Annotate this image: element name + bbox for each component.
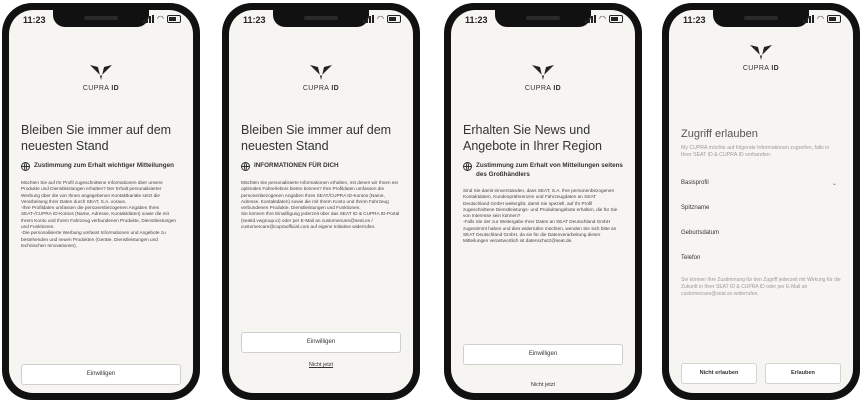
globe-icon (21, 162, 30, 171)
status-icons: ◠ (143, 15, 181, 23)
status-icons: ◠ (363, 15, 401, 23)
field-basisprofil[interactable]: Basisprofil ⌄ (681, 171, 841, 196)
content: Erhalten Sie News und Angebote in Ihrer … (463, 122, 623, 245)
globe-icon (463, 162, 472, 171)
cupra-logo: CUPRA ID (229, 64, 413, 92)
screen: 11:23 ◠ CUPRA ID Bleiben Sie immer auf d… (9, 10, 193, 393)
field-spitzname: Spitzname (681, 205, 710, 211)
status-icons: ◠ (803, 15, 841, 23)
brand-label: CUPRA ID (82, 85, 120, 92)
consent-subtitle: Zustimmung zum Erhalt von Mitteilungen s… (463, 162, 623, 179)
cupra-emblem-icon (310, 65, 332, 80)
phone-screen-1: 11:23 ◠ CUPRA ID Bleiben Sie immer auf d… (2, 3, 200, 400)
wifi-icon: ◠ (817, 14, 824, 23)
page-title: Bleiben Sie immer auf dem neuesten Stand (241, 123, 392, 153)
screen: 11:23 ◠ CUPRA ID Zugriff erlauben My CUP… (669, 10, 853, 393)
deny-button[interactable]: Nicht erlauben (681, 363, 757, 384)
battery-icon (827, 15, 841, 23)
cupra-emblem-icon (90, 65, 112, 80)
signal-icon (803, 15, 815, 23)
not-now-link[interactable]: Nicht jetzt (451, 382, 635, 388)
screen: 11:23 ◠ CUPRA ID Erhalten Sie News und A… (451, 10, 635, 393)
status-time: 11:23 (23, 15, 46, 25)
page-title: Bleiben Sie immer auf dem neuesten Stand (21, 123, 172, 153)
notch (495, 10, 591, 27)
consent-subtitle: Zustimmung zum Erhalt wichtiger Mitteilu… (21, 162, 181, 171)
phone-screen-3: 11:23 ◠ CUPRA ID Erhalten Sie News und A… (444, 3, 642, 400)
page-title: Zugriff erlauben (681, 128, 758, 140)
cupra-emblem-icon (750, 45, 772, 60)
consent-button[interactable]: Einwilligen (241, 332, 401, 353)
consent-text: Möchten Sie personalisierte Informatione… (241, 180, 401, 230)
phone-screen-4: 11:23 ◠ CUPRA ID Zugriff erlauben My CUP… (662, 3, 860, 400)
consent-button[interactable]: Einwilligen (21, 364, 181, 385)
status-time: 11:23 (243, 15, 266, 25)
consent-button[interactable]: Einwilligen (463, 344, 623, 365)
paragraph: -Ihre Profildaten umfassen die personenb… (21, 205, 177, 230)
paragraph: Sie können Ihre Einwilligung jederzeit ü… (241, 211, 400, 230)
field-geburtsdatum: Geburtsdatum (681, 230, 720, 236)
brand-label: CUPRA ID (302, 85, 340, 92)
paragraph: Möchten Sie auf Ihr Profil zugeschnitten… (21, 180, 163, 204)
paragraph: Sind Sie damit einverstanden, dass SEAT,… (463, 188, 618, 219)
page-title: Erhalten Sie News und Angebote in Ihrer … (463, 123, 602, 153)
content: Zugriff erlauben My CUPRA möchte auf fol… (681, 128, 841, 297)
battery-icon (387, 15, 401, 23)
battery-icon (167, 15, 181, 23)
field-list: Basisprofil ⌄ Spitzname Geburtsdatum Tel… (681, 171, 841, 271)
field-telefon: Telefon (681, 255, 701, 261)
phone-screen-2: 11:23 ◠ CUPRA ID Bleiben Sie immer auf d… (222, 3, 420, 400)
status-icons: ◠ (585, 15, 623, 23)
cupra-emblem-icon (532, 65, 554, 80)
consent-subtitle: INFORMATIONEN FÜR DICH (241, 162, 401, 171)
notch (713, 10, 809, 27)
consent-text: Sind Sie damit einverstanden, dass SEAT,… (463, 188, 623, 245)
signal-icon (585, 15, 597, 23)
paragraph: -Die personalisierte Werbung umfasst Inf… (21, 230, 166, 248)
screen: 11:23 ◠ CUPRA ID Bleiben Sie immer auf d… (229, 10, 413, 393)
paragraph: Möchten Sie personalisierte Informatione… (241, 180, 399, 211)
allow-button[interactable]: Erlauben (765, 363, 841, 384)
brand-label: CUPRA ID (742, 65, 780, 72)
status-time: 11:23 (465, 15, 488, 25)
access-intro: My CUPRA möchte auf folgende Information… (681, 145, 830, 158)
revoke-note: Sie können Ihre Zustimmung für den Zugri… (681, 277, 841, 297)
button-row: Nicht erlauben Erlauben (681, 363, 841, 384)
cupra-logo: CUPRA ID (451, 64, 635, 92)
paragraph: -Falls Sie der zur Weitergabe Ihrer Date… (463, 219, 617, 244)
brand-label: CUPRA ID (524, 85, 562, 92)
content: Bleiben Sie immer auf dem neuesten Stand… (241, 122, 401, 230)
wifi-icon: ◠ (377, 14, 384, 23)
wifi-icon: ◠ (157, 14, 164, 23)
notch (273, 10, 369, 27)
cupra-logo: CUPRA ID (669, 44, 853, 72)
cupra-logo: CUPRA ID (9, 64, 193, 92)
wifi-icon: ◠ (599, 14, 606, 23)
chevron-down-icon: ⌄ (831, 181, 837, 187)
signal-icon (143, 15, 155, 23)
globe-icon (241, 162, 250, 171)
battery-icon (609, 15, 623, 23)
notch (53, 10, 149, 27)
consent-text: Möchten Sie auf Ihr Profil zugeschnitten… (21, 180, 181, 249)
not-now-link[interactable]: Nicht jetzt (229, 362, 413, 368)
content: Bleiben Sie immer auf dem neuesten Stand… (21, 122, 181, 249)
signal-icon (363, 15, 375, 23)
status-time: 11:23 (683, 15, 706, 25)
